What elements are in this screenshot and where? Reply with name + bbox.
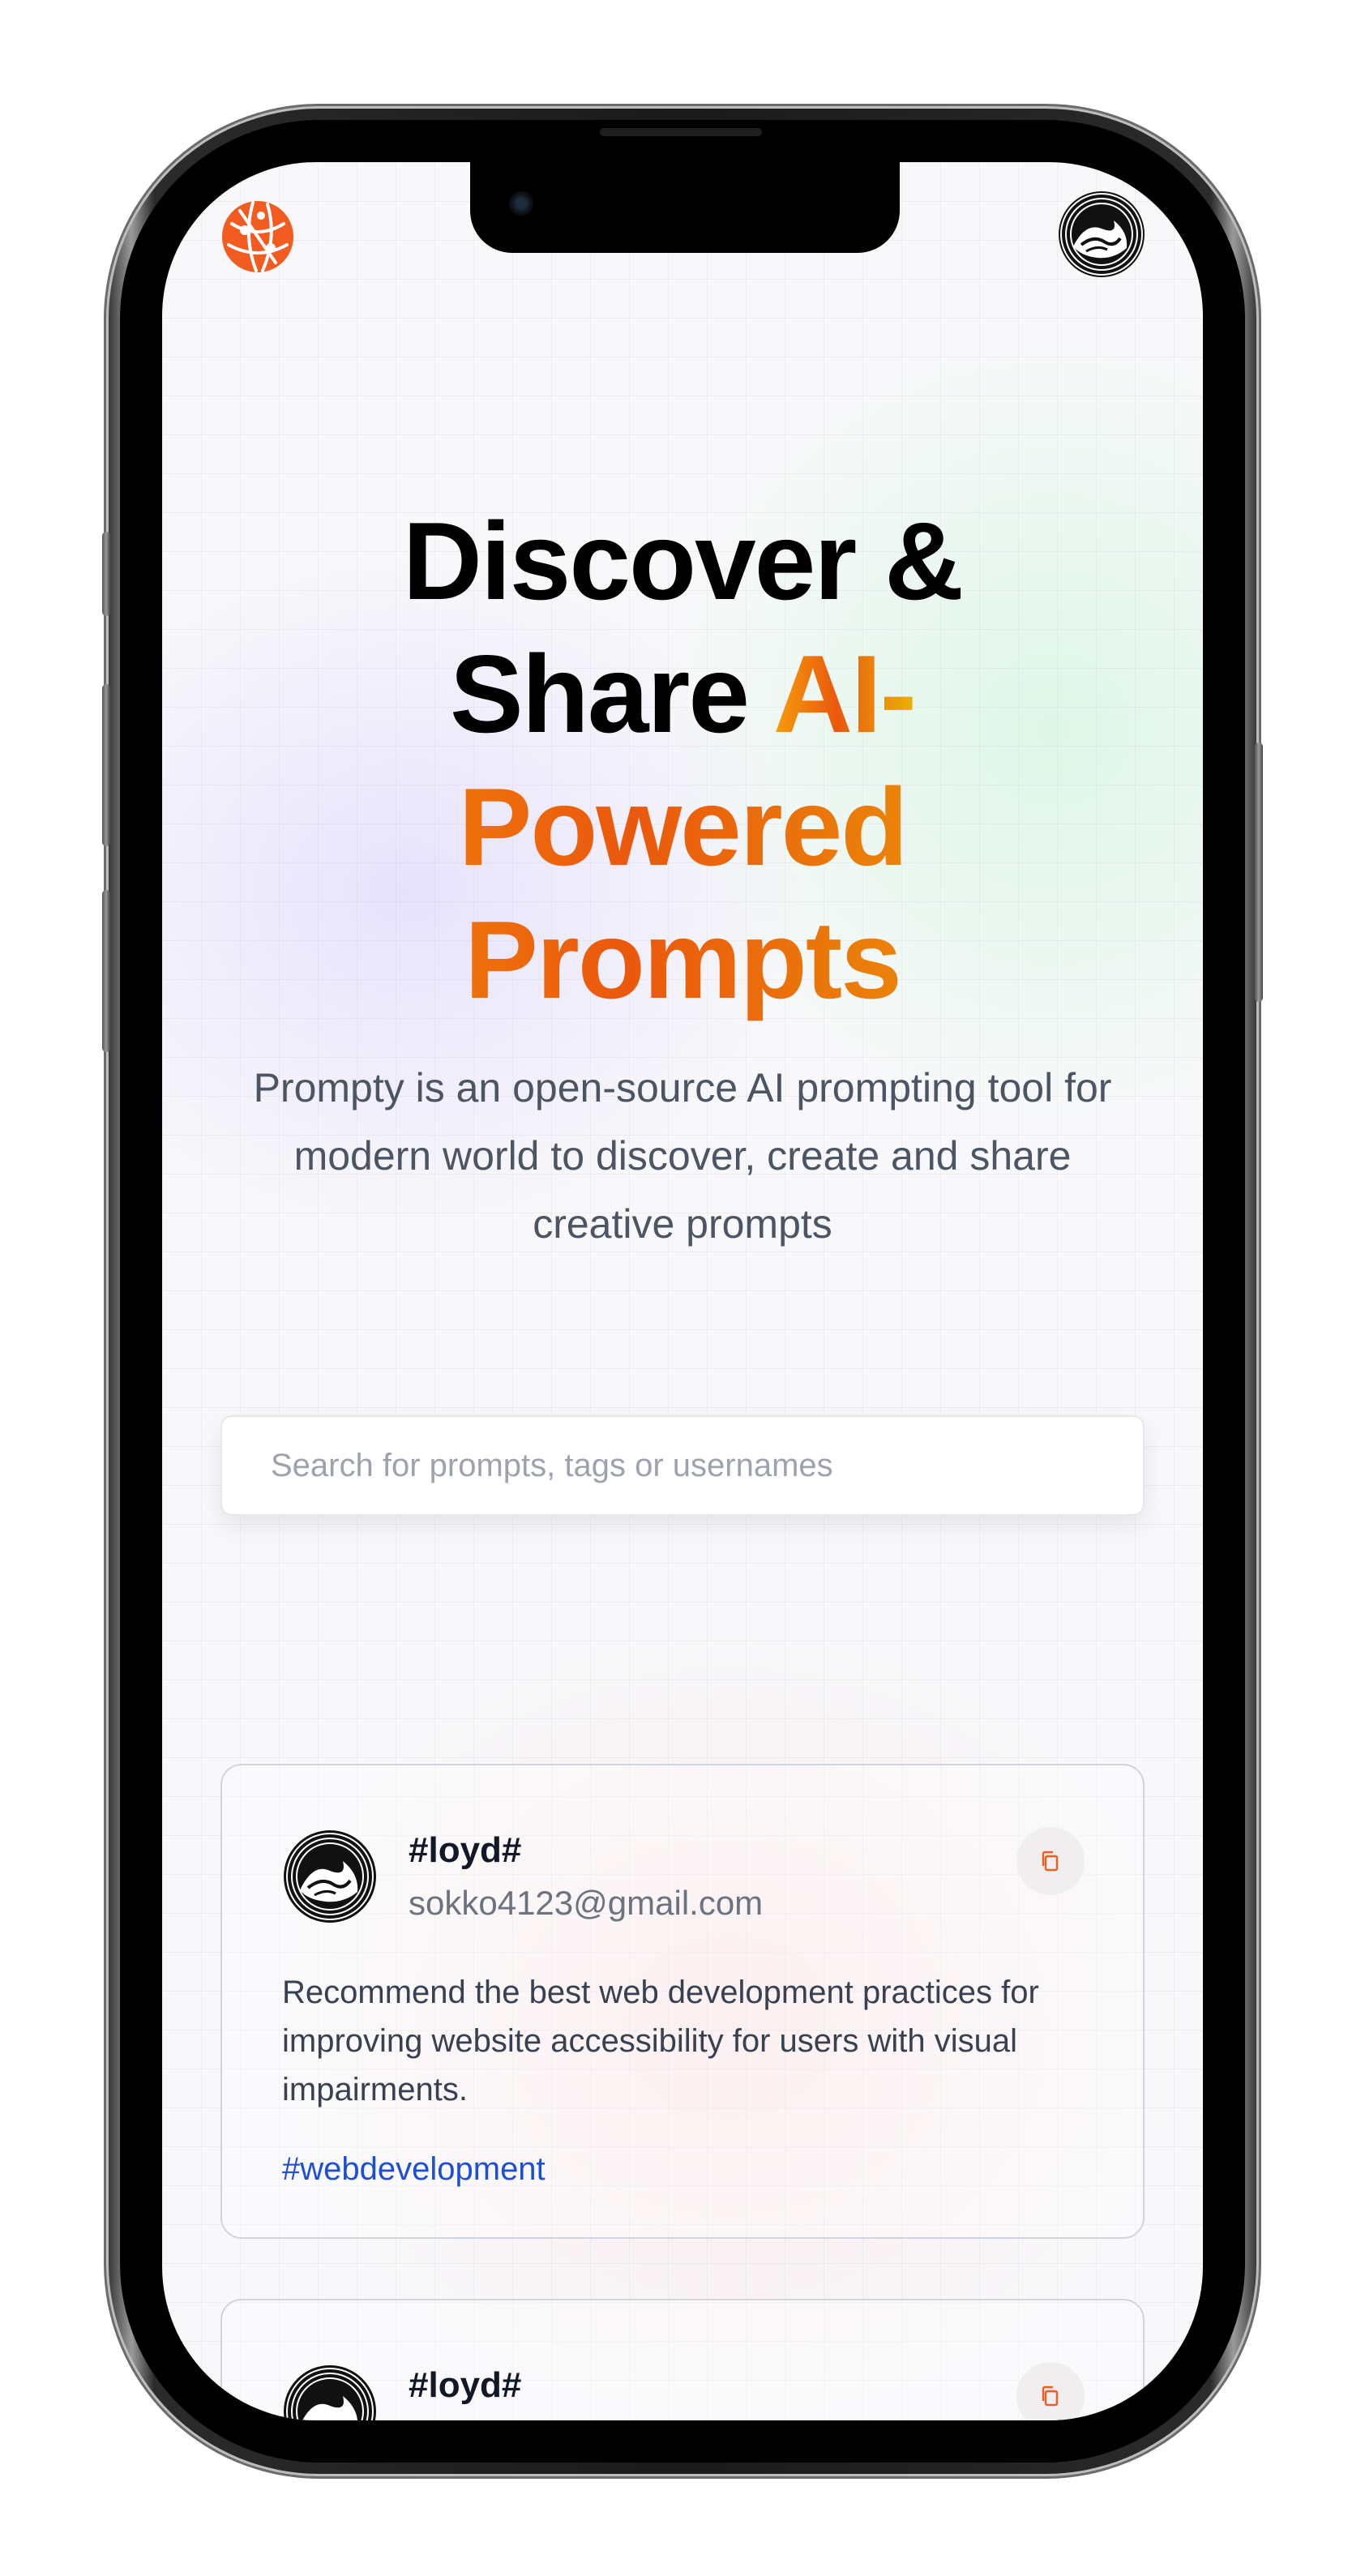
copy-button[interactable] bbox=[1016, 1827, 1085, 1895]
wave-avatar-icon[interactable] bbox=[282, 1829, 378, 1924]
volume-silent-switch bbox=[102, 532, 110, 616]
copy-icon bbox=[1042, 2386, 1059, 2407]
hero-title-line-3: Powered bbox=[162, 760, 1203, 893]
power-button bbox=[1255, 742, 1263, 1002]
prompt-card[interactable]: #loyd# bbox=[220, 2299, 1145, 2420]
hero-title-line-2: Share AI- bbox=[449, 632, 917, 755]
hero-description: Prompty is an open-source AI prompting t… bbox=[253, 1065, 1112, 1247]
search-input[interactable] bbox=[222, 1417, 1143, 1514]
copy-button[interactable] bbox=[1016, 2362, 1085, 2420]
wave-avatar-icon[interactable] bbox=[282, 2364, 378, 2420]
card-tag-link[interactable]: #webdevelopment bbox=[282, 2151, 546, 2188]
hero-title: Discover & Share AI- Powered Prompts bbox=[162, 494, 1203, 1026]
card-username[interactable]: #loyd# bbox=[409, 2365, 521, 2406]
wave-avatar-icon bbox=[1059, 191, 1145, 277]
hero-title-line-1: Discover & bbox=[402, 499, 965, 623]
phone-screen: Discover & Share AI- Powered Prompts Pro… bbox=[162, 162, 1203, 2420]
volume-down-button bbox=[102, 890, 110, 1052]
prompt-card[interactable]: #loyd# sokko4123@gmail.com Recommend the… bbox=[220, 1764, 1145, 2239]
earpiece-speaker bbox=[600, 128, 762, 136]
globe-network-icon[interactable] bbox=[220, 199, 295, 274]
hero-title-line-4: Prompts bbox=[162, 893, 1203, 1026]
volume-up-button bbox=[102, 684, 110, 846]
card-email: sokko4123@gmail.com bbox=[409, 1884, 764, 1922]
card-prompt-text: Recommend the best web development pract… bbox=[282, 1975, 1039, 2107]
search-box[interactable] bbox=[220, 1415, 1145, 1516]
notch bbox=[470, 162, 900, 253]
card-username[interactable]: #loyd# bbox=[409, 1830, 521, 1871]
user-avatar-button[interactable] bbox=[1057, 190, 1146, 279]
front-camera bbox=[509, 191, 533, 216]
copy-icon bbox=[1042, 1851, 1059, 1872]
